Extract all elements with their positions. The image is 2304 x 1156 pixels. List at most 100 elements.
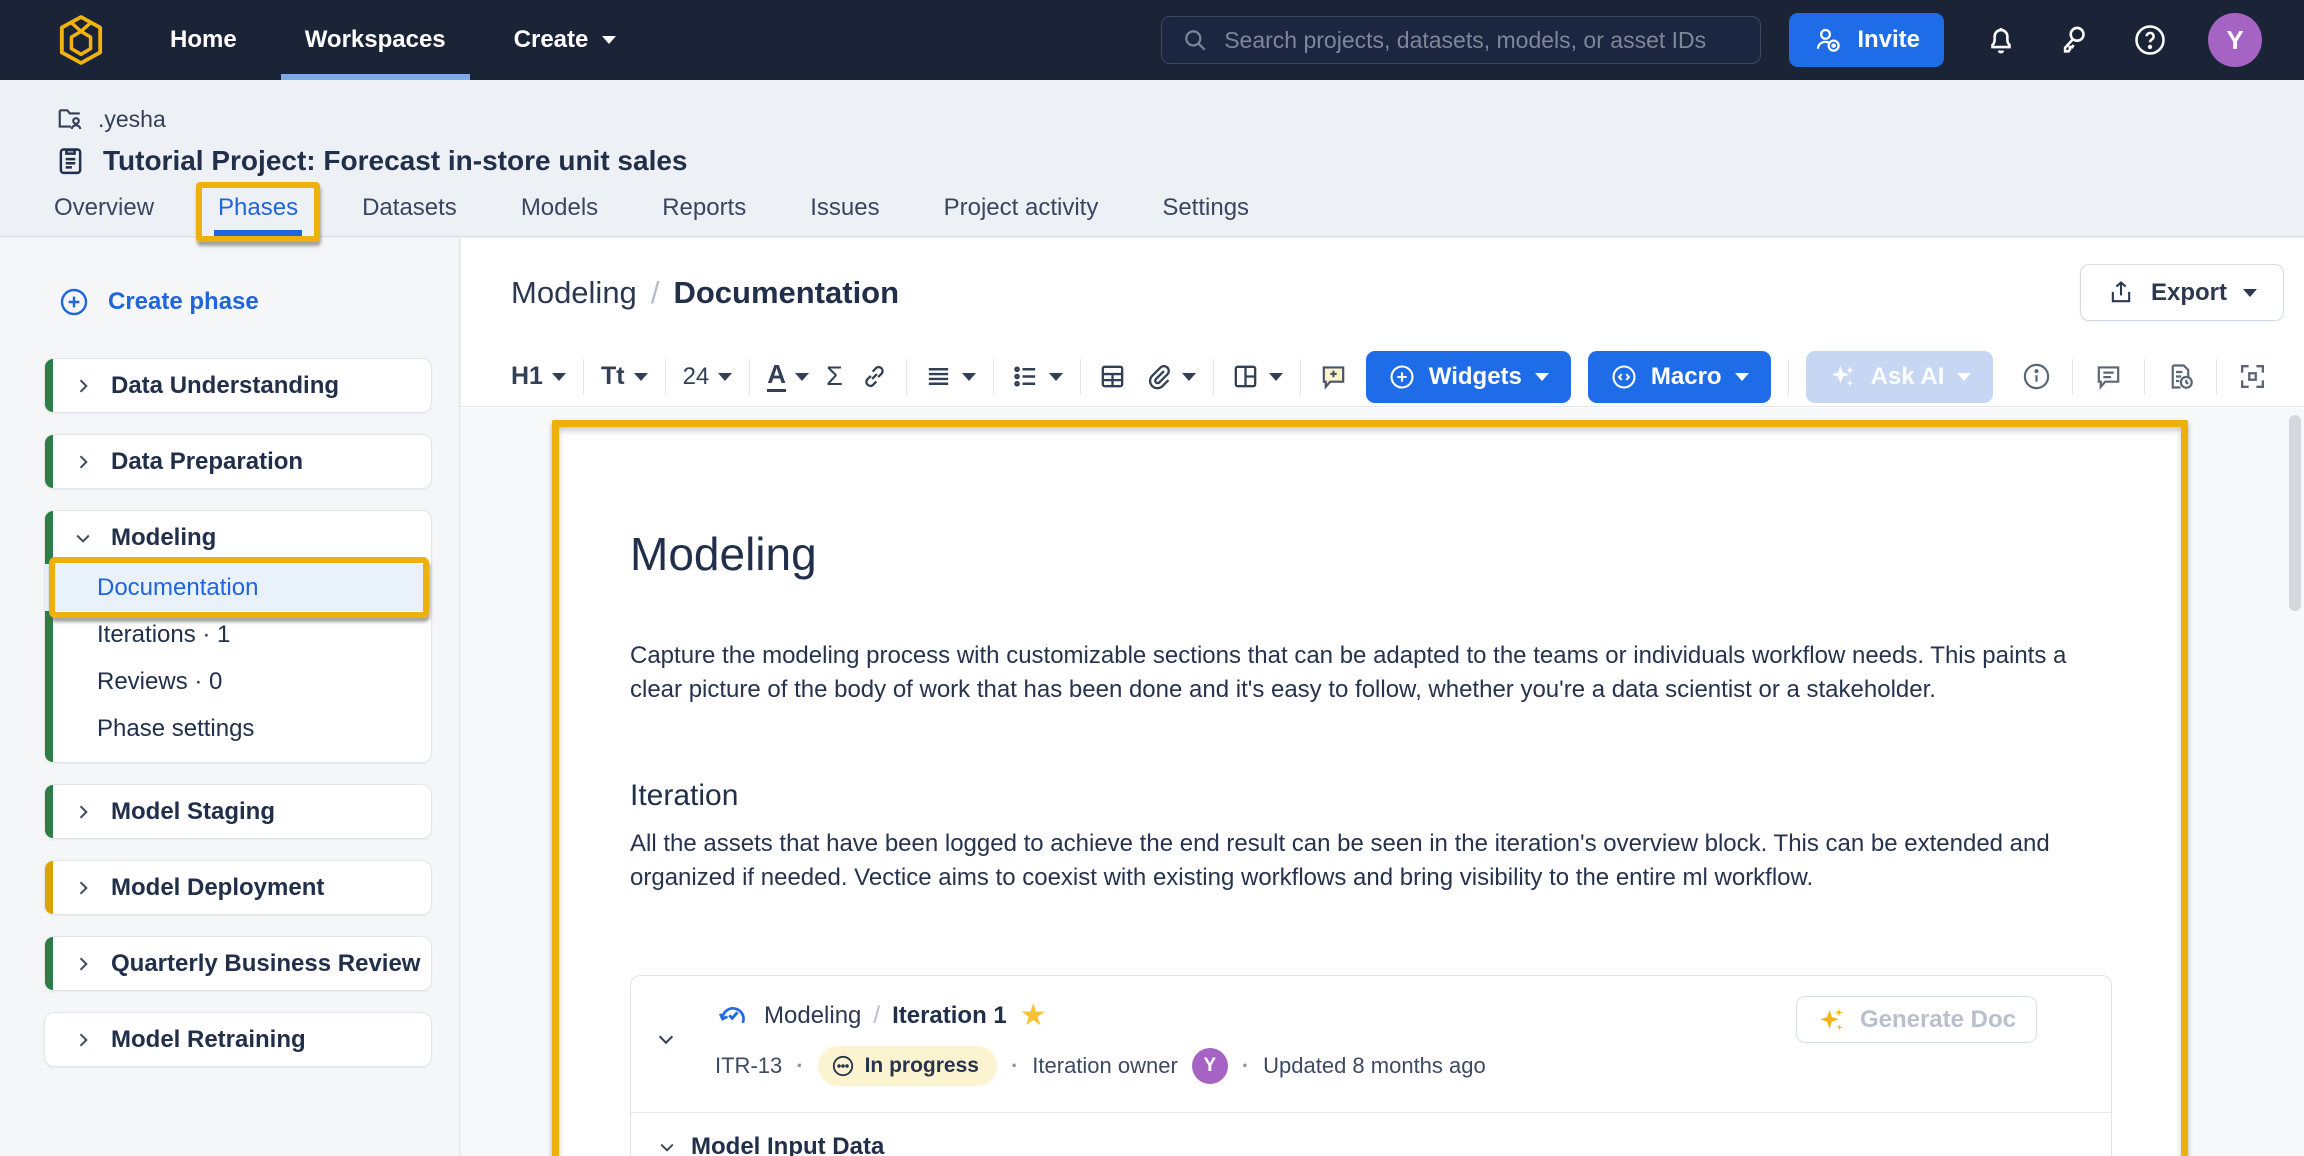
api-key-icon[interactable]	[2058, 23, 2092, 57]
status-badge[interactable]: In progress	[818, 1046, 997, 1086]
phase-card-data-understanding[interactable]: Data Understanding	[44, 358, 432, 413]
chevron-down-icon	[657, 1137, 677, 1156]
insert-table-button[interactable]	[1098, 362, 1127, 391]
workspace-breadcrumb[interactable]: .yesha	[0, 80, 2304, 134]
font-size-dropdown[interactable]: 24	[683, 363, 733, 391]
generate-doc-button[interactable]: Generate Doc	[1796, 996, 2037, 1043]
search-input[interactable]	[1224, 27, 1740, 54]
phase-status-accent	[45, 435, 53, 488]
add-comment-button[interactable]	[1318, 361, 1349, 392]
phase-status-accent	[45, 861, 53, 914]
sidebar-item-iterations[interactable]: Iterations · 1	[45, 611, 431, 658]
user-avatar[interactable]: Y	[2208, 13, 2262, 67]
main-content: Modeling / Documentation Export H1 Tt 24…	[461, 238, 2304, 1156]
formula-button[interactable]: Σ	[826, 361, 843, 392]
tab-settings[interactable]: Settings	[1158, 180, 1253, 236]
notifications-bell-icon[interactable]	[1984, 23, 2018, 57]
sidebar-item-documentation[interactable]: Documentation	[45, 564, 431, 611]
iteration-phase[interactable]: Modeling	[764, 1002, 861, 1030]
star-icon[interactable]: ★	[1020, 1001, 1047, 1031]
chevron-down-icon	[1735, 373, 1749, 381]
nav-item-create[interactable]: Create	[514, 0, 617, 80]
editor-toolbar: H1 Tt 24 A Σ	[461, 347, 2304, 407]
tab-project-activity[interactable]: Project activity	[940, 180, 1103, 236]
macro-button[interactable]: Macro	[1588, 351, 1771, 403]
export-button[interactable]: Export	[2080, 264, 2284, 321]
chevron-down-icon	[1269, 373, 1283, 381]
info-icon	[2021, 361, 2052, 392]
ask-ai-button[interactable]: Ask AI	[1806, 351, 1994, 403]
collapse-chevron-icon[interactable]	[655, 1028, 677, 1050]
chevron-right-icon	[73, 878, 93, 898]
tab-overview[interactable]: Overview	[50, 180, 158, 236]
comments-panel-button[interactable]	[2093, 361, 2124, 392]
text-color-dropdown[interactable]: A	[767, 361, 809, 392]
iteration-loop-icon	[715, 998, 751, 1034]
iteration-section-title: Iteration	[630, 779, 2111, 813]
sparkle-icon	[1828, 362, 1858, 392]
iteration-id: ITR-13	[715, 1053, 782, 1079]
project-tabs: Overview Phases Datasets Models Reports …	[0, 180, 2304, 236]
phase-card-model-staging[interactable]: Model Staging	[44, 784, 432, 839]
tab-datasets[interactable]: Datasets	[358, 180, 461, 236]
phase-card-model-retraining[interactable]: Model Retraining	[44, 1012, 432, 1067]
vertical-scrollbar[interactable]	[2289, 415, 2301, 611]
paperclip-icon	[1144, 362, 1173, 391]
phase-card-modeling-header[interactable]: Modeling	[45, 511, 431, 564]
document-intro-paragraph: Capture the modeling process with custom…	[630, 639, 2111, 707]
breadcrumb-phase[interactable]: Modeling	[511, 275, 637, 311]
widgets-button[interactable]: Widgets	[1366, 351, 1571, 403]
comment-bubble-icon	[2093, 361, 2124, 392]
chevron-right-icon	[73, 452, 93, 472]
chevron-down-icon	[1049, 373, 1063, 381]
phase-card-data-preparation[interactable]: Data Preparation	[44, 434, 432, 489]
create-phase-button[interactable]: Create phase	[58, 286, 459, 318]
nav-item-workspaces[interactable]: Workspaces	[305, 0, 446, 80]
iteration-breadcrumb: Modeling / Iteration 1	[764, 1002, 1007, 1030]
breadcrumb: Modeling / Documentation	[511, 275, 899, 311]
top-navigation-bar: Home Workspaces Create Invite Y	[0, 0, 2304, 80]
fullscreen-icon	[2237, 361, 2268, 392]
nav-item-home[interactable]: Home	[170, 0, 237, 80]
chevron-down-icon	[1957, 373, 1971, 381]
sidebar-item-phase-settings[interactable]: Phase settings	[45, 705, 431, 752]
tab-issues[interactable]: Issues	[806, 180, 883, 236]
version-history-button[interactable]	[2165, 361, 2196, 392]
export-icon	[2107, 279, 2135, 307]
phase-status-accent	[45, 785, 53, 838]
iteration-widget-card: Modeling / Iteration 1 ★ ITR-13 · In	[630, 975, 2112, 1156]
link-button[interactable]	[860, 362, 889, 391]
fullscreen-button[interactable]	[2237, 361, 2268, 392]
info-button[interactable]	[2021, 361, 2052, 392]
phase-status-accent	[45, 937, 53, 990]
tab-models[interactable]: Models	[517, 180, 602, 236]
chevron-down-icon	[1535, 373, 1549, 381]
model-input-data-section[interactable]: Model Input Data	[631, 1113, 2111, 1156]
project-title-row: Tutorial Project: Forecast in-store unit…	[0, 134, 2304, 177]
tab-phases[interactable]: Phases	[214, 180, 302, 236]
layout-columns-dropdown[interactable]	[1231, 362, 1283, 391]
document-canvas: Modeling Capture the modeling process wi…	[461, 408, 2304, 1156]
updated-timestamp: Updated 8 months ago	[1263, 1053, 1486, 1079]
vectice-logo-icon[interactable]	[58, 15, 104, 65]
font-family-dropdown[interactable]: Tt	[601, 362, 648, 391]
tab-reports[interactable]: Reports	[658, 180, 750, 236]
phase-status-accent	[45, 359, 53, 412]
global-search[interactable]	[1161, 16, 1761, 64]
chevron-right-icon	[73, 1030, 93, 1050]
chevron-down-icon	[795, 373, 809, 381]
attachment-dropdown[interactable]	[1144, 362, 1196, 391]
phase-card-quarterly-business-review[interactable]: Quarterly Business Review	[44, 936, 432, 991]
list-style-dropdown[interactable]	[1011, 362, 1063, 391]
heading-style-dropdown[interactable]: H1	[511, 362, 566, 391]
iteration-name[interactable]: Iteration 1	[892, 1002, 1007, 1030]
invite-button[interactable]: Invite	[1789, 13, 1944, 67]
help-icon[interactable]	[2132, 22, 2168, 58]
document-page[interactable]: Modeling Capture the modeling process wi…	[559, 427, 2181, 1156]
phase-card-model-deployment[interactable]: Model Deployment	[44, 860, 432, 915]
sidebar-item-reviews[interactable]: Reviews · 0	[45, 658, 431, 705]
table-icon	[1098, 362, 1127, 391]
owner-avatar[interactable]: Y	[1192, 1048, 1228, 1084]
text-align-dropdown[interactable]	[924, 362, 976, 391]
comment-plus-icon	[1318, 361, 1349, 392]
